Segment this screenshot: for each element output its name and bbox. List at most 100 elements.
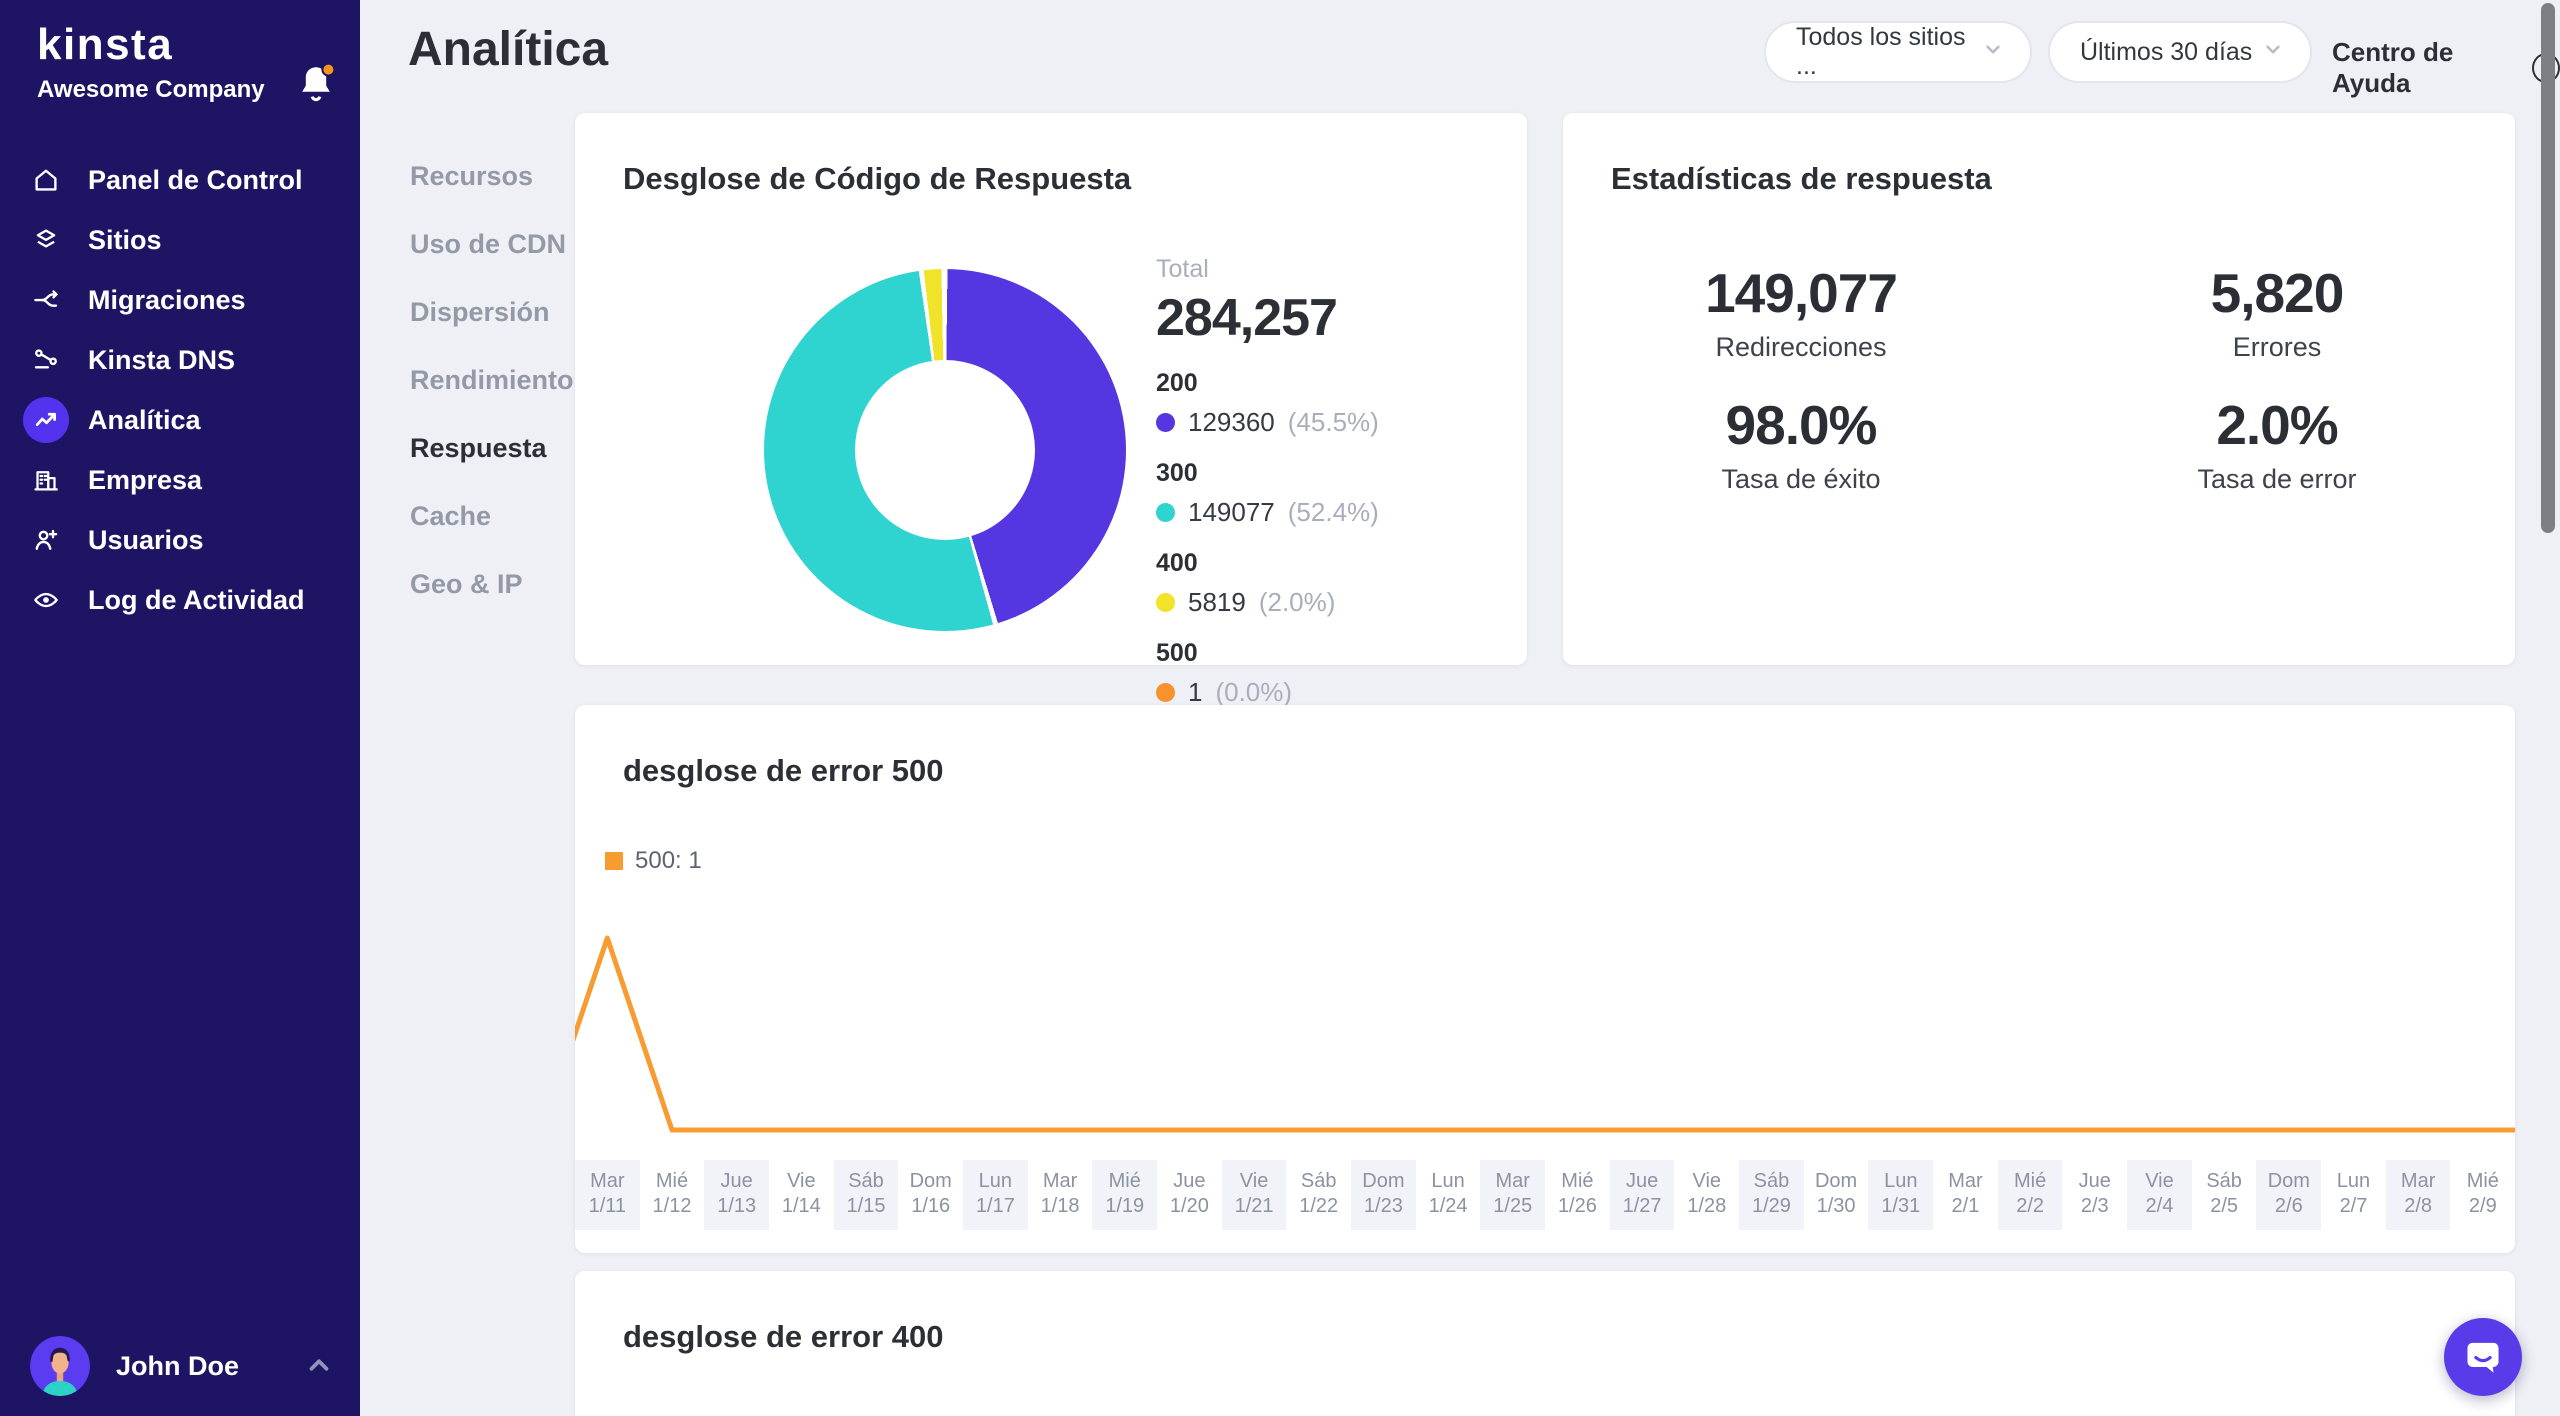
sidebar-item-panel-de-control[interactable]: Panel de Control bbox=[0, 150, 360, 210]
card-title: Desglose de Código de Respuesta bbox=[623, 161, 1131, 197]
stat-label: Tasa de éxito bbox=[1563, 464, 2039, 495]
sidebar-nav: Panel de Control Sitios Migraciones Kins… bbox=[0, 150, 360, 630]
x-axis-label: Vie1/14 bbox=[769, 1160, 834, 1230]
vertical-scrollbar[interactable] bbox=[2541, 3, 2555, 533]
sidebar-item-label: Sitios bbox=[88, 225, 162, 256]
legend-code: 400 bbox=[1156, 549, 1496, 578]
subnav-item-recursos[interactable]: Recursos bbox=[410, 142, 570, 210]
legend-row: 129360 (45.5%) bbox=[1156, 407, 1496, 438]
stat-label: Tasa de error bbox=[2039, 464, 2515, 495]
site-selector-value: Todos los sitios ... bbox=[1796, 23, 1980, 81]
legend-group-500: 500 1 (0.0%) bbox=[1156, 639, 1496, 708]
legend-code: 300 bbox=[1156, 459, 1496, 488]
x-axis-label: Mar2/1 bbox=[1933, 1160, 1998, 1230]
sites-icon bbox=[23, 217, 69, 263]
period-selector-dropdown[interactable]: Últimos 30 días bbox=[2048, 21, 2312, 83]
sidebar-item-kinsta-dns[interactable]: Kinsta DNS bbox=[0, 330, 360, 390]
x-axis-label: Mar1/11 bbox=[575, 1160, 640, 1230]
sidebar-item-sitios[interactable]: Sitios bbox=[0, 210, 360, 270]
subnav-item-dispersion[interactable]: Dispersión bbox=[410, 278, 570, 346]
user-name: John Doe bbox=[116, 1351, 239, 1382]
legend-row: 5819 (2.0%) bbox=[1156, 587, 1496, 618]
x-axis-label: Sáb1/22 bbox=[1286, 1160, 1351, 1230]
stat-error-rate: 2.0% Tasa de error bbox=[2039, 393, 2515, 495]
donut-legend: Total 284,257 200 129360 (45.5%) 300 149… bbox=[1156, 255, 1496, 708]
legend-percent: (52.4%) bbox=[1288, 497, 1379, 528]
eye-icon bbox=[23, 577, 69, 623]
x-axis-label: Lun1/17 bbox=[963, 1160, 1028, 1230]
x-axis: Mar1/11Mié1/12Jue1/13Vie1/14Sáb1/15Dom1/… bbox=[575, 1160, 2515, 1230]
subnav-item-uso-de-cdn[interactable]: Uso de CDN bbox=[410, 210, 570, 278]
chevron-down-icon bbox=[2260, 36, 2286, 69]
x-axis-label: Jue2/3 bbox=[2062, 1160, 2127, 1230]
sidebar-item-label: Analítica bbox=[88, 405, 201, 436]
migrations-icon bbox=[23, 277, 69, 323]
kinsta-logo[interactable]: kinsta bbox=[37, 20, 173, 70]
dns-icon bbox=[23, 337, 69, 383]
chevron-down-icon bbox=[1980, 36, 2006, 69]
legend-percent: (45.5%) bbox=[1288, 407, 1379, 438]
x-axis-label: Sáb1/15 bbox=[834, 1160, 899, 1230]
sidebar-item-label: Empresa bbox=[88, 465, 202, 496]
add-user-icon bbox=[23, 517, 69, 563]
notifications-bell-icon[interactable] bbox=[292, 58, 340, 110]
legend-code: 200 bbox=[1156, 369, 1496, 398]
sidebar-item-label: Usuarios bbox=[88, 525, 204, 556]
x-axis-label: Mié2/2 bbox=[1998, 1160, 2063, 1230]
x-axis-label: Mié1/12 bbox=[640, 1160, 705, 1230]
legend-row: 1 (0.0%) bbox=[1156, 677, 1496, 708]
help-center-label: Centro de Ayuda bbox=[2332, 37, 2521, 99]
response-codes-card: Desglose de Código de Respuesta Total 28… bbox=[575, 113, 1527, 665]
sidebar-item-usuarios[interactable]: Usuarios bbox=[0, 510, 360, 570]
card-title: Estadísticas de respuesta bbox=[1611, 161, 1992, 197]
response-stats-card: Estadísticas de respuesta 149,077 Redire… bbox=[1563, 113, 2515, 665]
sidebar-item-label: Migraciones bbox=[88, 285, 246, 316]
legend-dot-200 bbox=[1156, 413, 1175, 432]
stat-label: Redirecciones bbox=[1563, 332, 2039, 363]
home-icon bbox=[23, 157, 69, 203]
error400-card: desglose de error 400 bbox=[575, 1271, 2515, 1416]
period-selector-value: Últimos 30 días bbox=[2080, 38, 2252, 67]
x-axis-label: Jue1/20 bbox=[1157, 1160, 1222, 1230]
chevron-up-icon[interactable] bbox=[304, 1350, 334, 1385]
intercom-chat-button[interactable] bbox=[2444, 1318, 2522, 1396]
sidebar-item-migraciones[interactable]: Migraciones bbox=[0, 270, 360, 330]
page-title: Analítica bbox=[408, 22, 608, 77]
sidebar-item-empresa[interactable]: Empresa bbox=[0, 450, 360, 510]
x-axis-label: Lun1/24 bbox=[1416, 1160, 1481, 1230]
subnav-item-respuesta[interactable]: Respuesta bbox=[410, 414, 570, 482]
legend-value: 129360 bbox=[1188, 407, 1275, 438]
x-axis-label: Mié1/26 bbox=[1545, 1160, 1610, 1230]
help-center-link[interactable]: Centro de Ayuda bbox=[2332, 37, 2560, 99]
stat-value: 2.0% bbox=[2039, 393, 2515, 457]
legend-code: 500 bbox=[1156, 639, 1496, 668]
sidebar-item-label: Kinsta DNS bbox=[88, 345, 235, 376]
stat-value: 149,077 bbox=[1563, 261, 2039, 325]
total-value: 284,257 bbox=[1156, 288, 1496, 348]
stat-redirects: 149,077 Redirecciones bbox=[1563, 261, 2039, 363]
legend-group-200: 200 129360 (45.5%) bbox=[1156, 369, 1496, 438]
legend-percent: (2.0%) bbox=[1259, 587, 1336, 618]
x-axis-label: Lun1/31 bbox=[1868, 1160, 1933, 1230]
subnav-item-geo-ip[interactable]: Geo & IP bbox=[410, 550, 570, 618]
site-selector-dropdown[interactable]: Todos los sitios ... bbox=[1764, 21, 2032, 83]
error500-card: desglose de error 500 500: 1 Mar1/11Mié1… bbox=[575, 705, 2515, 1253]
sidebar-item-analitica[interactable]: Analítica bbox=[0, 390, 360, 450]
x-axis-label: Dom1/30 bbox=[1804, 1160, 1869, 1230]
subnav-item-cache[interactable]: Cache bbox=[410, 482, 570, 550]
sidebar-item-log-de-actividad[interactable]: Log de Actividad bbox=[0, 570, 360, 630]
stat-errors: 5,820 Errores bbox=[2039, 261, 2515, 363]
error500-legend: 500: 1 bbox=[605, 847, 702, 875]
response-codes-donut-chart bbox=[764, 269, 1126, 631]
legend-value: 5819 bbox=[1188, 587, 1246, 618]
x-axis-label: Mié1/19 bbox=[1092, 1160, 1157, 1230]
subnav-item-rendimiento[interactable]: Rendimiento bbox=[410, 346, 570, 414]
stat-value: 5,820 bbox=[2039, 261, 2515, 325]
legend-dot-500 bbox=[1156, 683, 1175, 702]
company-name: Awesome Company bbox=[37, 76, 265, 104]
user-menu[interactable]: John Doe bbox=[0, 1316, 360, 1416]
legend-dot-400 bbox=[1156, 593, 1175, 612]
analytics-subnav: RecursosUso de CDNDispersiónRendimientoR… bbox=[410, 142, 570, 618]
legend-dot-300 bbox=[1156, 503, 1175, 522]
x-axis-label: Mar1/18 bbox=[1028, 1160, 1093, 1230]
